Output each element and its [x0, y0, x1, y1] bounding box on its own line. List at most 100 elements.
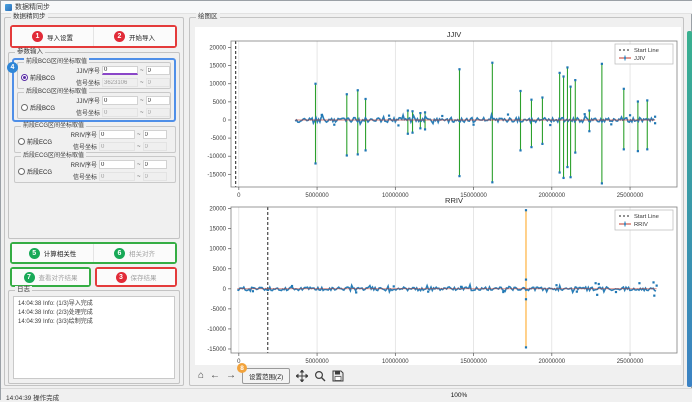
rriv-index-label: RRIV序号 — [67, 160, 97, 169]
home-icon[interactable]: ⌂ — [198, 371, 204, 381]
step-badge-5: 5 — [29, 248, 40, 259]
svg-text:-5000: -5000 — [211, 307, 227, 313]
svg-text:JJIV: JJIV — [634, 56, 645, 62]
range-separator: ~ — [137, 132, 141, 138]
signal-coord-to-input[interactable] — [143, 172, 167, 181]
import-settings-label: 导入设置 — [47, 32, 73, 42]
view-align-frame: 7 查看对齐结果 — [10, 267, 91, 287]
step-badge-4: 4 — [7, 62, 18, 73]
svg-text:25000000: 25000000 — [617, 193, 644, 199]
correlation-align-button[interactable]: 6 相关对齐 — [93, 244, 175, 262]
svg-text:RRIV: RRIV — [445, 196, 463, 205]
save-result-frame: 3 保存结果 — [95, 267, 177, 287]
progress-label: 100% — [451, 392, 468, 399]
left-panel-group: 数据精同步 1 导入设置 2 开始导入 参数输入 4 前段BCG区间坐标取值 前… — [4, 17, 184, 386]
front-bcg-radio[interactable] — [21, 74, 28, 81]
signal-coord-from-input[interactable] — [99, 142, 135, 151]
svg-text:-15000: -15000 — [207, 347, 226, 353]
svg-text:25000000: 25000000 — [617, 359, 644, 365]
pan-icon[interactable] — [296, 370, 308, 382]
jjiv-index-label: JJIV序号 — [70, 66, 100, 75]
window-title: 数据精同步 — [15, 2, 50, 12]
calc-correlation-button[interactable]: 5 计算相关性 — [12, 244, 93, 262]
svg-text:5000000: 5000000 — [305, 359, 329, 365]
rear-ecg-radio-label: 后段ECG — [27, 167, 52, 176]
signal-coord-label: 信号坐标 — [67, 142, 97, 151]
rear-bcg-section-title: 后段BCG区间坐标取值 — [24, 88, 89, 96]
svg-text:10000000: 10000000 — [382, 193, 409, 199]
rear-ecg-radio[interactable] — [18, 168, 25, 175]
signal-coord-from-input[interactable] — [102, 108, 138, 117]
svg-text:15000: 15000 — [209, 64, 226, 70]
figure-area[interactable]: 20000150001000050000-5000-10000-15000050… — [195, 27, 681, 365]
set-range-button[interactable]: 8 设置范围(Z) — [242, 368, 290, 384]
plot-toolbar: ⌂ ← → 8 设置范围(Z) — [198, 368, 344, 384]
rear-bcg-section: 后段BCG区间坐标取值 后段BCG JJIV序号 ~ 信号坐标 ~ — [17, 92, 171, 119]
svg-text:15000000: 15000000 — [460, 359, 487, 365]
rear-ecg-section: 后段ECG区间坐标取值 后段ECG RRIV序号 ~ 信号坐标 ~ — [14, 156, 176, 183]
status-text: 14:04:39 操作完成 — [6, 392, 59, 402]
svg-text:15000: 15000 — [209, 227, 226, 233]
signal-coord-to-input[interactable] — [146, 78, 170, 87]
status-bar: 14:04:39 操作完成 100% — [1, 388, 692, 401]
progress-bar: 100% — [231, 390, 687, 401]
svg-text:0: 0 — [223, 118, 227, 124]
step-badge-2: 2 — [114, 31, 125, 42]
svg-text:-10000: -10000 — [207, 154, 226, 160]
front-ecg-section: 前段ECG区间坐标取值 前段ECG RRIV序号 ~ 信号坐标 ~ — [14, 126, 176, 153]
svg-text:-10000: -10000 — [207, 327, 226, 333]
start-import-button[interactable]: 2 开始导入 — [93, 27, 175, 46]
view-align-result-label: 查看对齐结果 — [39, 272, 78, 282]
signal-coord-to-input[interactable] — [143, 142, 167, 151]
step-badge-1: 1 — [32, 31, 43, 42]
front-bcg-radio-label: 前段BCG — [30, 73, 55, 82]
rriv-index-from-input[interactable] — [99, 160, 135, 169]
jjiv-index-from-input[interactable] — [102, 96, 138, 105]
back-icon[interactable]: ← — [210, 371, 220, 381]
rriv-index-to-input[interactable] — [143, 130, 167, 139]
jjiv-index-to-input[interactable] — [146, 66, 170, 75]
rriv-index-to-input[interactable] — [143, 160, 167, 169]
svg-text:-15000: -15000 — [207, 172, 226, 178]
rear-bcg-radio[interactable] — [21, 104, 28, 111]
front-bcg-section-title: 前段BCG区间坐标取值 — [24, 58, 89, 66]
log-group: 日志 14:04:38 Info: (1/3)导入完成 14:04:38 Inf… — [8, 290, 180, 384]
save-icon[interactable] — [332, 370, 344, 382]
jjiv-index-to-input[interactable] — [146, 96, 170, 105]
rear-bcg-radio-label: 后段BCG — [30, 103, 55, 112]
front-bcg-section: 前段BCG区间坐标取值 前段BCG JJIV序号 ~ 信号坐标 ~ — [17, 62, 171, 89]
calc-correlation-label: 计算相关性 — [44, 248, 77, 258]
svg-text:0: 0 — [223, 287, 227, 293]
step-badge-3: 3 — [116, 272, 127, 283]
range-separator: ~ — [140, 98, 144, 104]
signal-coord-from-input[interactable] — [99, 172, 135, 181]
svg-text:5000: 5000 — [213, 100, 227, 106]
left-panel-title: 数据精同步 — [11, 13, 48, 21]
signal-coord-label: 信号坐标 — [70, 78, 100, 87]
svg-text:5000000: 5000000 — [305, 193, 329, 199]
edge-accent-strip — [687, 31, 692, 387]
signal-coord-to-input[interactable] — [146, 108, 170, 117]
zoom-icon[interactable] — [314, 370, 326, 382]
plot-panel-title: 绘图区 — [196, 13, 220, 21]
params-group: 参数输入 4 前段BCG区间坐标取值 前段BCG JJIV序号 ~ 信号坐标 ~ — [8, 52, 180, 239]
forward-icon[interactable]: → — [226, 371, 236, 381]
jjiv-index-from-input[interactable] — [102, 66, 138, 75]
front-ecg-radio[interactable] — [18, 138, 25, 145]
save-result-button[interactable]: 3 保存结果 — [97, 269, 175, 285]
rear-ecg-section-title: 后段ECG区间坐标取值 — [21, 152, 86, 160]
range-separator: ~ — [137, 162, 141, 168]
svg-text:0: 0 — [237, 193, 241, 199]
signal-coord-from-input[interactable] — [102, 78, 138, 87]
signal-coord-label: 信号坐标 — [67, 172, 97, 181]
start-import-label: 开始导入 — [129, 32, 155, 42]
step-badge-6: 6 — [114, 248, 125, 259]
view-align-result-button[interactable]: 7 查看对齐结果 — [12, 269, 89, 285]
front-ecg-section-title: 前段ECG区间坐标取值 — [21, 122, 86, 130]
import-button-frame: 1 导入设置 2 开始导入 — [10, 25, 177, 48]
app-icon — [5, 4, 12, 11]
import-settings-button[interactable]: 1 导入设置 — [12, 27, 93, 46]
rriv-index-from-input[interactable] — [99, 130, 135, 139]
svg-text:5000: 5000 — [213, 267, 227, 273]
svg-text:20000000: 20000000 — [538, 193, 565, 199]
